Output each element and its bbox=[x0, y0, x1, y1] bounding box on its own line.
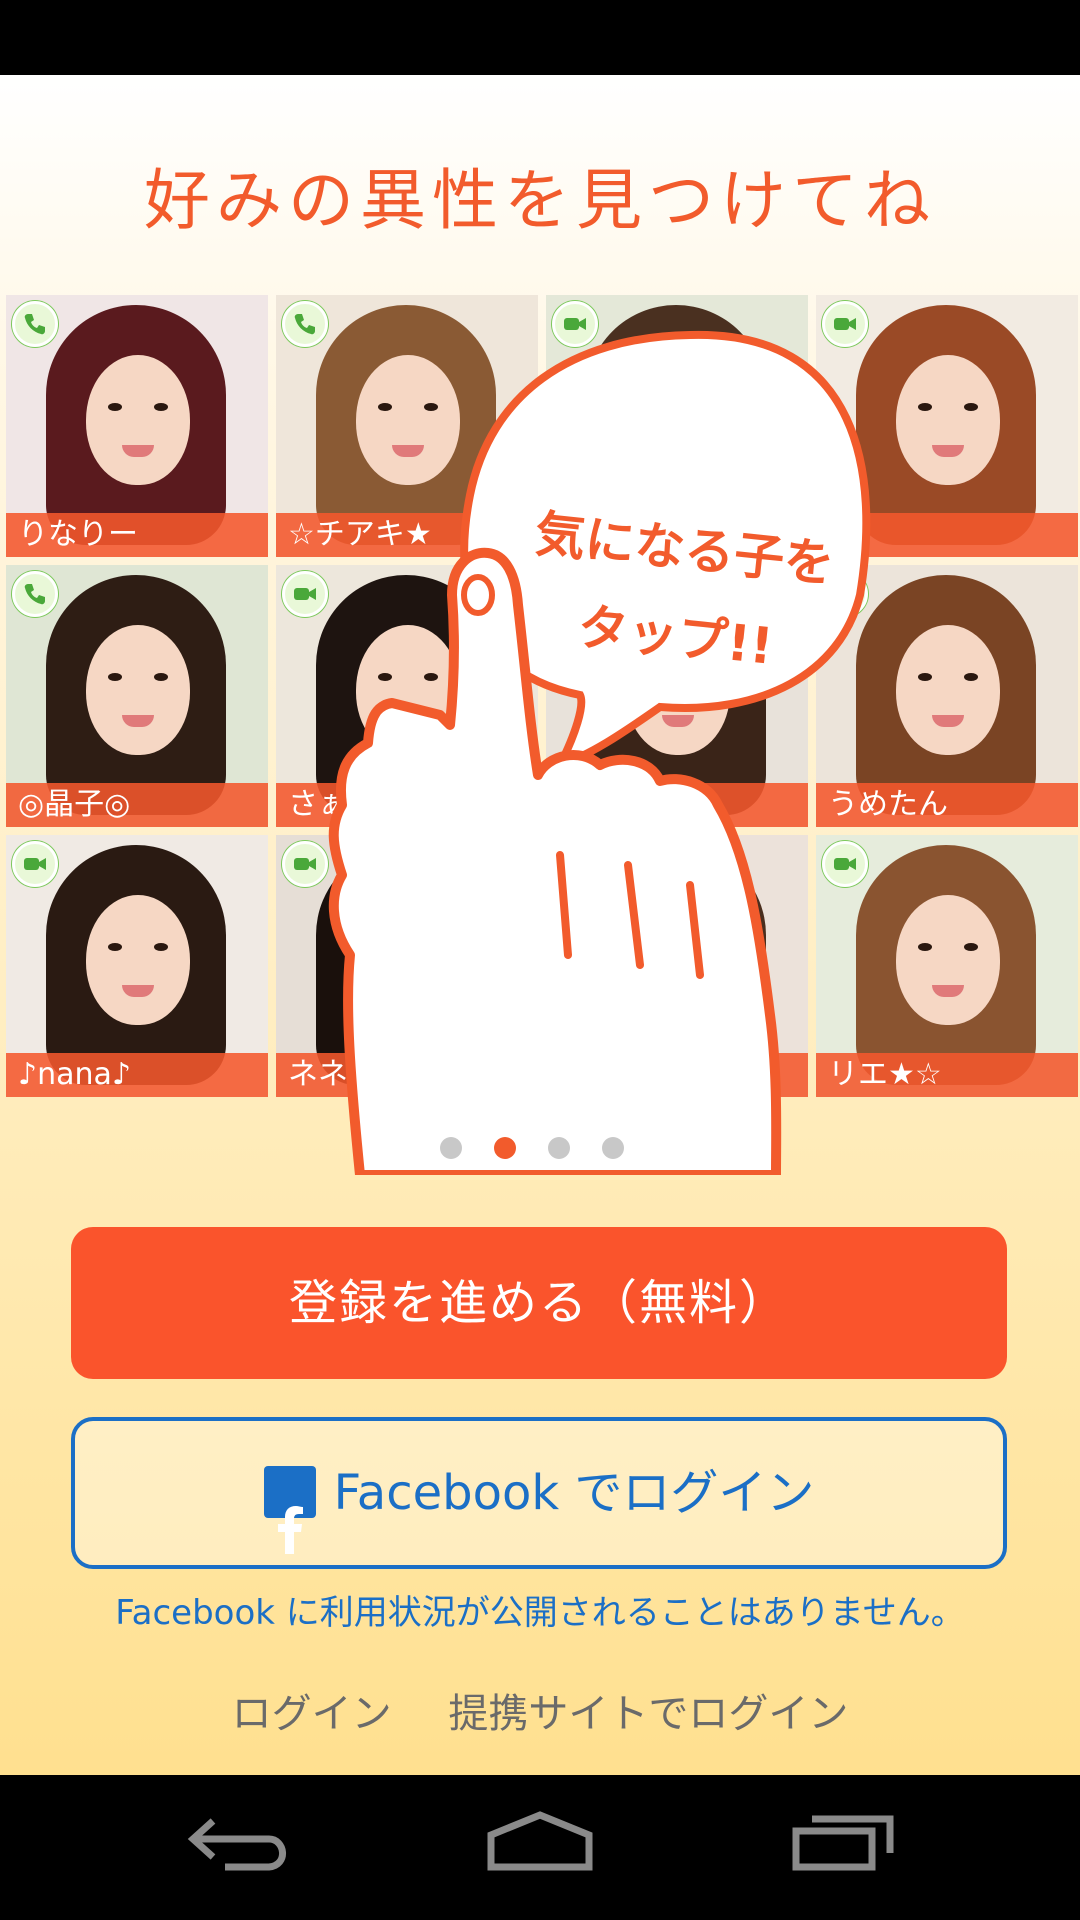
profile-photo-face bbox=[896, 355, 1000, 485]
profile-tile[interactable]: りなりー bbox=[6, 295, 268, 557]
profile-photo-face bbox=[356, 895, 460, 1025]
phone-icon bbox=[12, 571, 58, 617]
profile-name: うめたん bbox=[816, 783, 1078, 827]
profile-photo-face bbox=[86, 625, 190, 755]
video-icon bbox=[822, 841, 868, 887]
video-icon bbox=[552, 301, 598, 347]
profile-photo-face bbox=[356, 625, 460, 755]
page-dot[interactable] bbox=[494, 1137, 516, 1159]
page-dot[interactable] bbox=[602, 1137, 624, 1159]
login-links: ログイン 提携サイトでログイン bbox=[0, 1681, 1080, 1739]
video-icon bbox=[282, 841, 328, 887]
profile-photo-eyes bbox=[918, 943, 978, 953]
profile-photo-face bbox=[626, 895, 730, 1025]
profile-name: YUKI＊ bbox=[546, 783, 808, 827]
profile-grid: りなりー ☆チアキ★ 苗 ◎晶子◎ さぁや♥ YUKI＊ うめたん ♪nana♪ ネネ リエ★☆ bbox=[6, 295, 1078, 1097]
profile-name: りなりー bbox=[6, 513, 268, 557]
facebook-login-button[interactable]: Facebook でログイン bbox=[71, 1417, 1007, 1569]
back-icon[interactable] bbox=[185, 1805, 295, 1879]
profile-photo-eyes bbox=[378, 943, 438, 953]
facebook-privacy-note: Facebook に利用状況が公開されることはありません。 bbox=[115, 1593, 965, 1633]
profile-photo-eyes bbox=[648, 403, 708, 413]
page-title: 好みの異性を見つけてね bbox=[144, 162, 936, 239]
profile-tile[interactable]: ♪nana♪ bbox=[6, 835, 268, 1097]
profile-photo-face bbox=[86, 355, 190, 485]
profile-tile[interactable]: 苗 bbox=[816, 295, 1078, 557]
profile-tile[interactable]: ネネ bbox=[276, 835, 538, 1097]
app-screen: 好みの異性を見つけてね りなりー ☆チアキ★ 苗 ◎晶子◎ さぁや♥ YUKI＊ うめたん ♪… bbox=[0, 75, 1080, 1775]
login-link[interactable]: ログイン bbox=[232, 1691, 392, 1737]
profile-photo-eyes bbox=[108, 673, 168, 683]
profile-name: ネネ bbox=[276, 1053, 538, 1097]
profile-name: リエ★☆ bbox=[816, 1053, 1078, 1097]
video-icon bbox=[282, 571, 328, 617]
recent-apps-icon[interactable] bbox=[790, 1805, 900, 1879]
video-icon bbox=[552, 841, 598, 887]
facebook-icon bbox=[263, 1466, 316, 1554]
profile-photo-eyes bbox=[918, 673, 978, 683]
page-indicator bbox=[440, 1135, 640, 1161]
profile-photo-eyes bbox=[108, 403, 168, 413]
home-icon[interactable] bbox=[485, 1805, 595, 1879]
profile-tile[interactable]: リエ★☆ bbox=[816, 835, 1078, 1097]
phone-icon bbox=[282, 301, 328, 347]
profile-photo-eyes bbox=[378, 403, 438, 413]
profile-name: さぁや♥ bbox=[276, 783, 538, 827]
profile-photo-eyes bbox=[918, 403, 978, 413]
profile-photo-eyes bbox=[378, 673, 438, 683]
partner-login-link[interactable]: 提携サイトでログイン bbox=[448, 1691, 848, 1737]
profile-name: ♪nana♪ bbox=[6, 1053, 268, 1097]
profile-name: ◎晶子◎ bbox=[6, 783, 268, 827]
page-dot[interactable] bbox=[548, 1137, 570, 1159]
profile-name bbox=[546, 1053, 808, 1097]
profile-photo-face bbox=[896, 895, 1000, 1025]
profile-tile[interactable]: ◎晶子◎ bbox=[6, 565, 268, 827]
navigation-bar bbox=[0, 1775, 1080, 1920]
page-dot[interactable] bbox=[440, 1137, 462, 1159]
profile-tile[interactable] bbox=[546, 835, 808, 1097]
profile-photo-eyes bbox=[108, 943, 168, 953]
profile-photo-face bbox=[626, 355, 730, 485]
video-icon bbox=[822, 301, 868, 347]
profile-photo-face bbox=[896, 625, 1000, 755]
video-icon bbox=[12, 841, 58, 887]
profile-photo-face bbox=[86, 895, 190, 1025]
register-button[interactable]: 登録を進める（無料） bbox=[71, 1227, 1007, 1379]
phone-icon bbox=[12, 301, 58, 347]
profile-photo-eyes bbox=[648, 943, 708, 953]
status-bar bbox=[0, 0, 1080, 75]
facebook-login-label: Facebook でログイン bbox=[333, 1465, 815, 1521]
profile-photo-face bbox=[356, 355, 460, 485]
